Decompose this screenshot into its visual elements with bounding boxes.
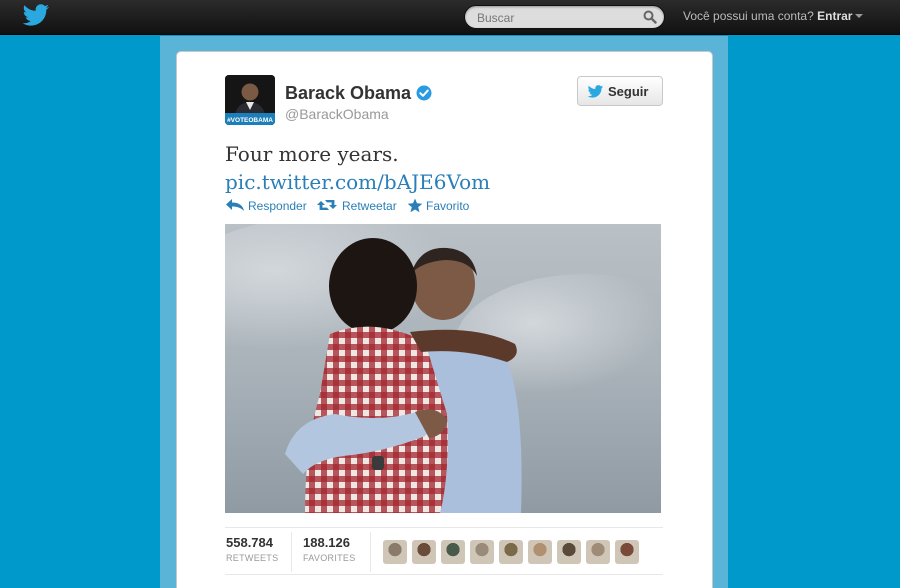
magnifier-icon[interactable]	[643, 10, 657, 24]
reply-label: Responder	[248, 199, 307, 213]
search-box[interactable]	[464, 5, 665, 29]
author-name[interactable]: Barack Obama	[285, 83, 411, 104]
star-icon	[407, 198, 423, 213]
avatar-image: #VOTEOBAMA	[225, 75, 275, 125]
signin-prompt: Você possui uma conta?	[683, 9, 814, 23]
twitter-bird-icon[interactable]	[22, 4, 50, 28]
favorite-label: Favorito	[426, 199, 470, 213]
chevron-down-icon	[855, 14, 864, 18]
favoriter-avatar[interactable]	[412, 540, 436, 564]
stats-divider-top	[225, 527, 663, 528]
verified-badge-icon	[416, 85, 432, 101]
reply-icon	[226, 199, 244, 211]
favoriter-avatar[interactable]	[470, 540, 494, 564]
retweets-label: RETWEETS	[226, 553, 279, 563]
favoriter-avatar[interactable]	[528, 540, 552, 564]
avatar[interactable]: #VOTEOBAMA	[225, 75, 275, 125]
favoriter-avatar[interactable]	[499, 540, 523, 564]
signin-menu[interactable]: Você possui uma conta? Entrar	[683, 9, 864, 23]
avatar-badge-text: #VOTEOBAMA	[227, 117, 273, 124]
favorites-count: 188.126	[303, 535, 350, 550]
favorites-stat[interactable]: 188.126 FAVORITES	[303, 535, 356, 563]
favoriter-avatar[interactable]	[615, 540, 639, 564]
author-handle[interactable]: @BarackObama	[285, 106, 389, 122]
stats-separator	[291, 532, 292, 572]
favoriter-avatar[interactable]	[586, 540, 610, 564]
retweets-stat[interactable]: 558.784 RETWEETS	[226, 535, 278, 563]
tweet-text: Four more years.	[225, 142, 399, 166]
stats-divider-bottom	[225, 574, 663, 575]
retweet-icon	[317, 200, 337, 210]
tweet-card: #VOTEOBAMA Barack Obama @BarackObama Seg…	[176, 51, 713, 588]
favorites-label: FAVORITES	[303, 553, 356, 563]
follow-button[interactable]: Seguir	[577, 76, 663, 106]
retweet-button[interactable]: Retweetar	[317, 198, 399, 214]
favoriter-avatar[interactable]	[441, 540, 465, 564]
retweets-count: 558.784	[226, 535, 273, 550]
reply-button[interactable]: Responder	[225, 198, 307, 214]
favorite-button[interactable]: Favorito	[407, 198, 481, 214]
follow-button-label: Seguir	[608, 84, 649, 99]
signin-link[interactable]: Entrar	[817, 9, 852, 23]
favoriter-avatar[interactable]	[557, 540, 581, 564]
tweet-photo[interactable]	[225, 224, 661, 513]
twitter-bird-icon	[587, 85, 604, 98]
search-input[interactable]	[477, 9, 637, 26]
favoriter-avatar[interactable]	[383, 540, 407, 564]
retweet-label: Retweetar	[342, 199, 397, 213]
stats-separator	[370, 532, 371, 572]
photo-image	[225, 224, 661, 513]
top-navigation-bar: Você possui uma conta? Entrar	[0, 0, 900, 35]
tweet-media-link[interactable]: pic.twitter.com/bAJE6Vom	[225, 170, 490, 194]
